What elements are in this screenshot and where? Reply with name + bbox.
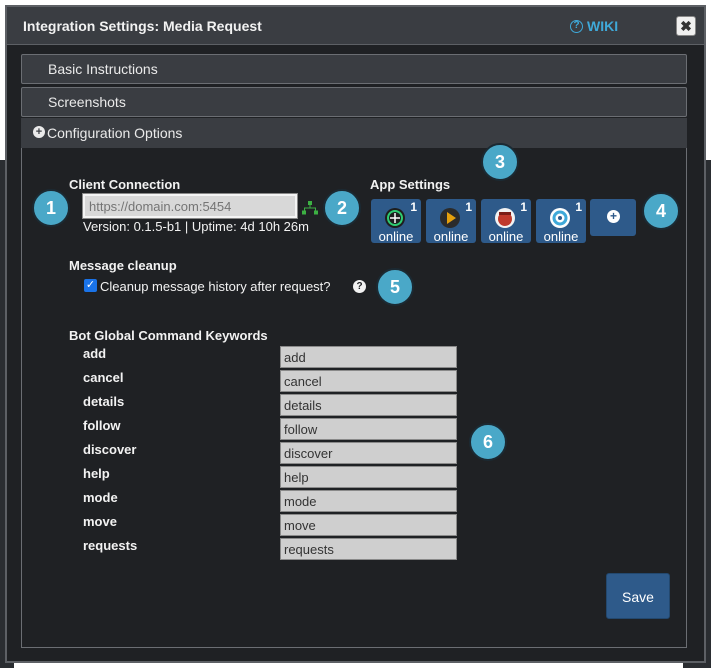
keyword-label-add: add	[83, 346, 107, 361]
keyword-input-discover[interactable]	[280, 442, 457, 464]
plus-circle-icon: +	[607, 210, 620, 223]
accordion-configuration-options[interactable]: + Configuration Options	[21, 118, 687, 148]
callout-badge-1: 1	[32, 189, 70, 227]
keyword-input-cancel[interactable]	[280, 370, 457, 392]
app-button-plex[interactable]: 1 online	[426, 199, 476, 244]
keyword-input-help[interactable]	[280, 466, 457, 488]
add-app-button[interactable]: +	[590, 199, 636, 236]
close-icon: ✖	[680, 18, 692, 34]
callout-badge-3: 3	[481, 143, 519, 181]
app-count: 1	[410, 200, 417, 214]
keyword-label-requests: requests	[83, 538, 138, 553]
accordion-screenshots[interactable]: Screenshots	[21, 87, 687, 117]
app-settings-heading: App Settings	[370, 177, 451, 192]
app-status: online	[543, 229, 579, 244]
keyword-label-discover: discover	[83, 442, 137, 457]
help-circle-icon: ?	[570, 19, 583, 33]
expand-circle-icon: +	[33, 126, 45, 138]
cleanup-checkbox[interactable]: ✓	[84, 279, 97, 292]
callout-badge-5: 5	[376, 268, 414, 306]
cleanup-checkbox-label: Cleanup message history after request?	[100, 279, 331, 294]
keyword-label-help: help	[83, 466, 110, 481]
keyword-label-cancel: cancel	[83, 370, 124, 385]
keyword-label-details: details	[83, 394, 125, 409]
client-connection-input[interactable]	[82, 193, 298, 219]
keyword-label-move: move	[83, 514, 117, 529]
app-status: online	[378, 229, 414, 244]
app-button-sonarr[interactable]: 1 online	[371, 199, 421, 244]
callout-badge-4: 4	[642, 192, 680, 230]
keyword-input-requests[interactable]	[280, 538, 457, 560]
app-status: online	[488, 229, 524, 244]
close-button[interactable]: ✖	[676, 16, 696, 36]
wiki-label: WIKI	[587, 18, 619, 34]
message-cleanup-heading: Message cleanup	[69, 258, 177, 273]
overseerr-icon	[550, 208, 570, 228]
callout-badge-2: 2	[323, 189, 361, 227]
dialog-titlebar: Integration Settings: Media Request ? WI…	[7, 7, 704, 45]
keyword-label-follow: follow	[83, 418, 121, 433]
app-count: 1	[465, 200, 472, 214]
keyword-input-mode[interactable]	[280, 490, 457, 512]
dialog-title: Integration Settings: Media Request	[23, 18, 262, 34]
accordion-label: Configuration Options	[47, 125, 183, 141]
app-button-radarr[interactable]: 1 online	[481, 199, 531, 244]
save-button[interactable]: Save	[606, 573, 670, 619]
app-button-overseerr[interactable]: 1 online	[536, 199, 586, 244]
accordion-basic-instructions[interactable]: Basic Instructions	[21, 54, 687, 84]
version-uptime-text: Version: 0.1.5-b1 | Uptime: 4d 10h 26m	[83, 219, 309, 234]
wiki-link[interactable]: ? WIKI	[570, 18, 618, 34]
callout-badge-6: 6	[469, 423, 507, 461]
plex-play-icon	[440, 208, 460, 228]
app-count: 1	[520, 200, 527, 214]
sonarr-icon	[385, 208, 405, 228]
accordion-label: Basic Instructions	[48, 61, 158, 77]
accordion-label: Screenshots	[48, 94, 126, 110]
keyword-input-details[interactable]	[280, 394, 457, 416]
keyword-label-mode: mode	[83, 490, 118, 505]
app-status: online	[433, 229, 469, 244]
client-connection-heading: Client Connection	[69, 177, 181, 192]
integration-settings-dialog: Integration Settings: Media Request ? WI…	[5, 5, 706, 663]
network-icon	[302, 201, 318, 215]
keywords-heading: Bot Global Command Keywords	[69, 328, 268, 343]
keyword-input-follow[interactable]	[280, 418, 457, 440]
question-mark-icon[interactable]: ?	[353, 280, 366, 293]
keyword-input-add[interactable]	[280, 346, 457, 368]
radarr-icon	[495, 208, 515, 228]
keyword-input-move[interactable]	[280, 514, 457, 536]
app-count: 1	[575, 200, 582, 214]
